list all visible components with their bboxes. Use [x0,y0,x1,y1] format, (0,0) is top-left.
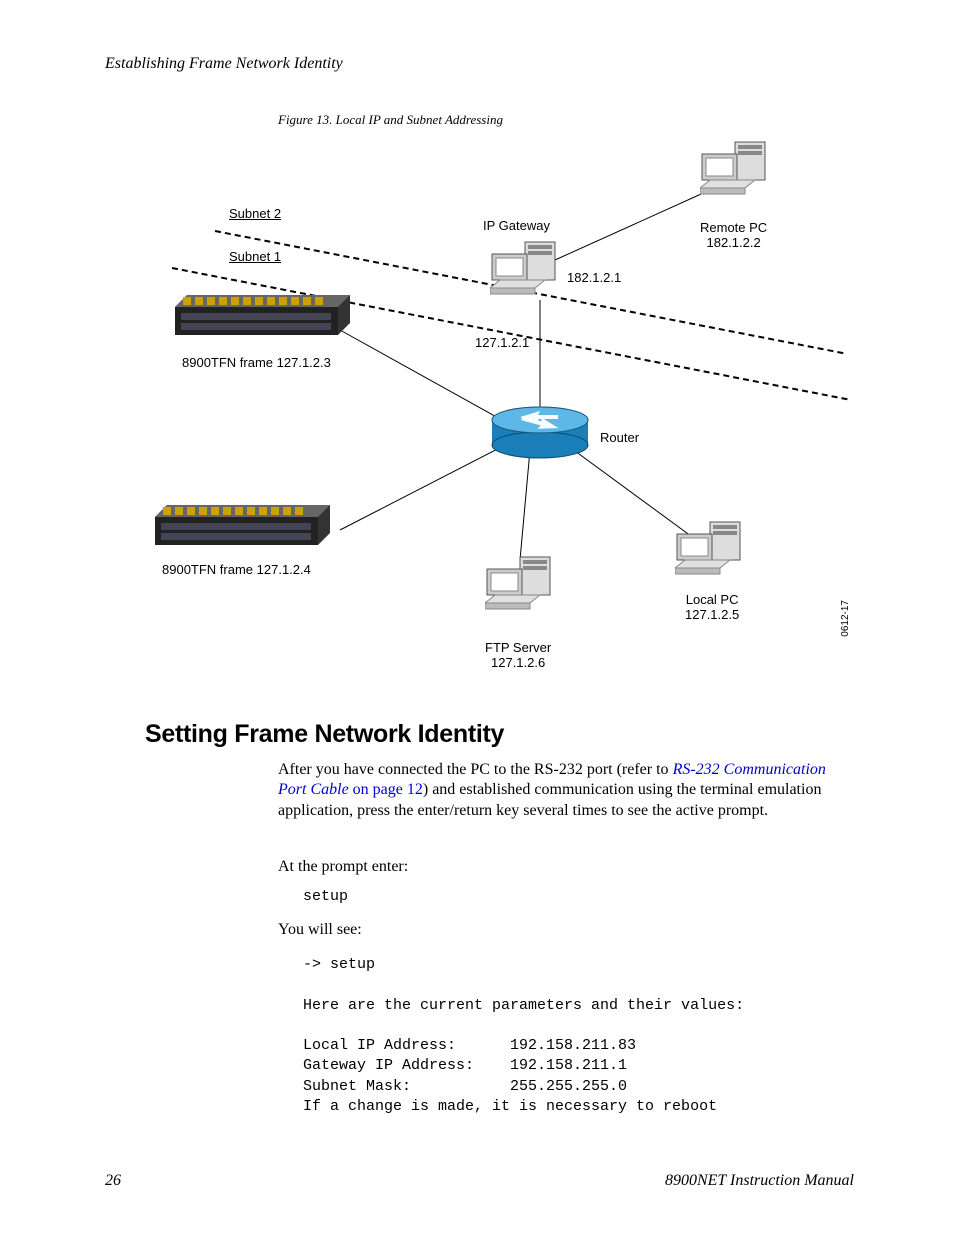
gateway-upper-ip: 182.1.2.1 [567,270,621,285]
figure-caption: Figure 13. Local IP and Subnet Addressin… [278,112,503,128]
figure-id: 0612-17 [840,600,851,637]
terminal-output: -> setup Here are the current parameters… [303,955,744,1117]
rs232-link-page[interactable]: on page 12 [349,781,423,798]
local-pc-icon [675,520,745,580]
frame1-label: 8900TFN frame 127.1.2.3 [182,355,331,370]
remote-pc-icon [700,140,770,200]
network-diagram: Router IP Gateway 182.1.2.1 127.1.2.1 Re… [120,130,880,690]
frame2-icon [155,505,330,547]
page-number: 26 [105,1172,121,1190]
router-label: Router [600,430,639,445]
frame2-label: 8900TFN frame 127.1.2.4 [162,562,311,577]
frame1-icon [175,295,350,337]
see-label: You will see: [278,920,858,940]
subnet1-label: Subnet 1 [229,249,281,264]
paragraph-1: After you have connected the PC to the R… [278,760,858,821]
router-icon [490,405,590,465]
manual-title: 8900NET Instruction Manual [665,1172,854,1190]
section-heading: Setting Frame Network Identity [145,720,504,749]
prompt-label: At the prompt enter: [278,857,858,877]
running-header: Establishing Frame Network Identity [105,55,343,73]
ftp-server-label: FTP Server 127.1.2.6 [485,640,551,670]
remote-pc-label: Remote PC 182.1.2.2 [700,220,767,250]
subnet2-label: Subnet 2 [229,206,281,221]
gateway-lower-ip: 127.1.2.1 [475,335,529,350]
gateway-pc-icon [490,240,560,300]
para1-pre: After you have connected the PC to the R… [278,761,673,778]
local-pc-label: Local PC 127.1.2.5 [685,592,739,622]
prompt-command: setup [303,887,348,907]
ftp-server-icon [485,555,555,615]
gateway-label: IP Gateway [483,218,550,233]
